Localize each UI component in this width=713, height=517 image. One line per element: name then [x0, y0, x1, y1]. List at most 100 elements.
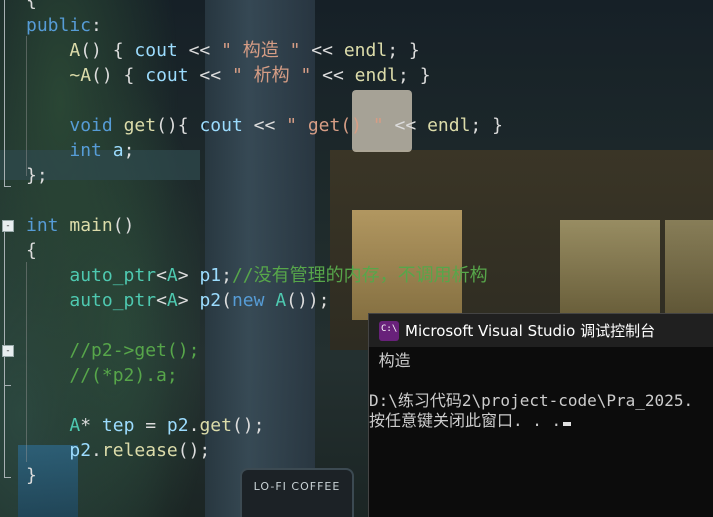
code-token: ( — [221, 290, 232, 311]
code-token: cout — [199, 115, 243, 136]
code-token: > — [177, 265, 200, 286]
code-line[interactable]: { — [26, 0, 37, 13]
code-token: A — [166, 265, 178, 286]
code-token: auto_ptr — [69, 290, 157, 311]
code-line[interactable]: } — [26, 463, 37, 488]
code-token: void — [69, 115, 113, 136]
code-token: p1 — [199, 265, 222, 286]
code-token: p2 — [199, 290, 222, 311]
code-token: A — [69, 415, 81, 436]
code-line[interactable]: { — [26, 238, 37, 263]
code-token: < — [156, 265, 167, 286]
code-token: a — [112, 140, 124, 161]
code-token: ; — [221, 265, 232, 286]
code-token: int — [26, 215, 59, 236]
code-token: //(*p2).a; — [69, 365, 178, 386]
code-token: //没有管理的内存，不调用析构 — [231, 265, 488, 286]
code-line[interactable]: //p2->get(); — [26, 338, 199, 363]
code-token: endl — [427, 115, 471, 136]
code-token: get — [123, 115, 157, 136]
code-token: { — [26, 0, 37, 11]
fold-toggle-icon[interactable]: - — [2, 345, 14, 357]
code-token: . — [91, 440, 102, 461]
code-token: > — [177, 290, 200, 311]
debug-console-window[interactable]: Microsoft Visual Studio 调试控制台 构造 D:\练习代码… — [369, 314, 713, 517]
console-output[interactable]: 构造 D:\练习代码2\project-code\Pra_2025. 按任意键关… — [369, 347, 713, 431]
code-token: (); — [231, 415, 265, 436]
code-line[interactable]: //(*p2).a; — [26, 363, 178, 388]
code-token: p2 — [166, 415, 189, 436]
code-token: auto_ptr — [69, 265, 157, 286]
console-title: Microsoft Visual Studio 调试控制台 — [405, 322, 656, 340]
code-token: : — [91, 15, 102, 36]
code-token: (); — [177, 440, 211, 461]
console-line-text: 按任意键关闭此窗口. . . — [369, 411, 562, 430]
code-token: int — [69, 140, 102, 161]
code-line[interactable]: ~A() { cout << " 析构 " << endl; } — [26, 63, 430, 88]
code-line[interactable]: auto_ptr<A> p1;//没有管理的内存，不调用析构 — [26, 263, 488, 288]
code-line[interactable]: public: — [26, 13, 102, 38]
code-token: () { — [91, 65, 146, 86]
console-titlebar[interactable]: Microsoft Visual Studio 调试控制台 — [369, 314, 713, 347]
code-line[interactable]: }; — [26, 163, 48, 188]
code-token: A — [69, 40, 81, 61]
code-token: " get() " — [286, 115, 384, 136]
code-token: = — [134, 415, 167, 436]
code-token: ~A — [69, 65, 92, 86]
code-token: p2 — [69, 440, 92, 461]
code-token: () — [112, 215, 135, 236]
code-token: A — [166, 290, 178, 311]
code-token: ()); — [286, 290, 330, 311]
code-token: << — [311, 65, 355, 86]
code-token: < — [156, 290, 167, 311]
console-line: 构造 — [369, 351, 411, 370]
code-token: << — [177, 40, 222, 61]
code-line[interactable]: void get(){ cout << " get() " << endl; } — [26, 113, 503, 138]
code-line[interactable]: A() { cout << " 构造 " << endl; } — [26, 38, 420, 63]
console-line: 按任意键关闭此窗口. . . — [369, 411, 713, 431]
code-token: { — [26, 240, 37, 261]
text-cursor — [563, 422, 572, 426]
code-token: ; } — [387, 40, 420, 61]
code-token: << — [242, 115, 287, 136]
code-token: ; } — [470, 115, 503, 136]
code-token: (){ — [156, 115, 200, 136]
code-line[interactable]: int a; — [26, 138, 134, 163]
code-token: . — [188, 415, 200, 436]
code-line[interactable]: int main() — [26, 213, 134, 238]
fold-bracket — [4, 357, 11, 386]
code-token: new — [231, 290, 265, 311]
code-token: ; — [123, 140, 135, 161]
code-token: release — [101, 440, 178, 461]
code-token: << — [300, 40, 344, 61]
code-line[interactable]: auto_ptr<A> p2(new A()); — [26, 288, 330, 313]
code-line[interactable]: A* tep = p2.get(); — [26, 413, 264, 438]
fold-bracket — [4, 0, 11, 187]
code-token: () { — [80, 40, 135, 61]
code-token: " 构造 " — [221, 40, 301, 61]
visual-studio-icon — [379, 320, 399, 341]
code-line[interactable]: p2.release(); — [26, 438, 210, 463]
code-token: * — [80, 415, 102, 436]
code-token: endl — [354, 65, 399, 86]
code-token: << — [383, 115, 428, 136]
fold-toggle-icon[interactable]: - — [2, 220, 14, 232]
code-token: " 析构 " — [231, 65, 312, 86]
code-token: endl — [343, 40, 388, 61]
code-token: public — [26, 15, 92, 36]
code-token: //p2->get(); — [69, 340, 200, 361]
code-token: } — [26, 465, 37, 486]
code-token: }; — [26, 165, 48, 186]
console-line: D:\练习代码2\project-code\Pra_2025. — [369, 391, 694, 410]
code-token: main — [69, 215, 113, 236]
